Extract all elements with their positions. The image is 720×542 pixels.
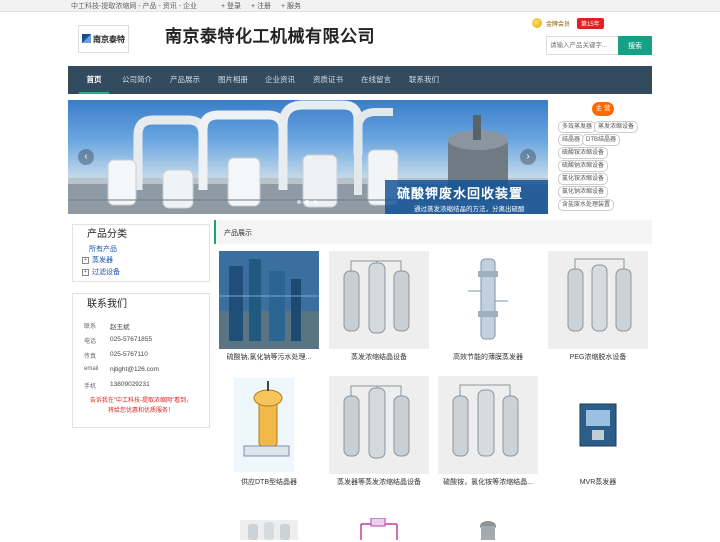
main-products-button[interactable]: 主 营 — [592, 102, 614, 116]
banner-subtitle: 通过蒸发浓缩结晶的方法，分离出硫酸 — [414, 206, 525, 213]
logo-text: 南京泰特 — [93, 35, 125, 44]
banner-dot-active[interactable] — [305, 200, 309, 204]
contact-label: 电话 — [84, 339, 97, 345]
main-products-tags: 主 营 多效蒸发器 蒸发浓缩设备 结晶器 DTB结晶器 硫酸铵浓缩设备 硫酸钠浓… — [556, 100, 652, 214]
product-card[interactable] — [475, 518, 501, 542]
category-label: 过滤设备 — [92, 269, 120, 276]
product-name[interactable]: 蒸发浓缩结晶设备 — [329, 352, 429, 362]
contact-label: 手机 — [84, 384, 97, 390]
main-nav: 首页 公司简介 产品展示 图片相册 企业资讯 资质证书 在线留言 联系我们 — [68, 66, 652, 94]
product-image[interactable] — [438, 251, 538, 349]
category-all[interactable]: 所有产品 — [89, 244, 117, 254]
banner-next-button[interactable]: › — [520, 149, 536, 165]
tag-item[interactable]: 硫酸铵浓缩设备 — [558, 147, 609, 159]
product-name[interactable]: 供应DTB型结晶器 — [219, 477, 319, 487]
company-name: 南京泰特化工机械有限公司 — [165, 27, 375, 46]
category-title: 产品分类 — [87, 229, 127, 240]
nav-contact[interactable]: 联系我们 — [409, 66, 439, 94]
contact-note-line2: 将给您优惠和优质服务！ — [107, 408, 174, 414]
login-link[interactable]: + 登录 — [221, 3, 241, 10]
product-name[interactable]: MVR蒸发器 — [548, 477, 648, 487]
product-name[interactable]: PEG浓缩脱水设备 — [548, 352, 648, 362]
category-label: 蒸发器 — [92, 257, 113, 264]
product-image[interactable] — [329, 251, 429, 349]
product-name[interactable]: 高效节能的薄膜蒸发器 — [438, 352, 538, 362]
contact-panel: 联系我们 联系 赵玉斌 电话 025-57671855 传真 025-5767110 … — [72, 293, 210, 428]
nav-certificates[interactable]: 资质证书 — [313, 66, 343, 94]
product-section-header: 产品展示 — [214, 220, 652, 244]
product-image[interactable] — [219, 376, 319, 474]
contact-note-line1: 告诉我在"中工科技-提取浓缩网"看到， — [89, 398, 193, 404]
search-input[interactable] — [546, 36, 619, 55]
product-image[interactable] — [329, 376, 429, 474]
banner-prev-button[interactable]: ‹ — [78, 149, 94, 165]
search-button[interactable]: 搜索 — [618, 36, 652, 55]
product-name[interactable]: 硫酸钠,氯化钠等污水处理... — [219, 352, 319, 362]
company-logo[interactable]: 南京泰特 — [78, 25, 129, 53]
member-level: 金牌会员 — [546, 22, 571, 28]
search-box: 搜索 — [546, 36, 652, 55]
service-link[interactable]: + 服务 — [281, 3, 301, 10]
product-name[interactable]: 硫酸铵，氯化铵等浓缩结晶... — [438, 477, 538, 487]
tag-item[interactable]: 硫酸钠浓缩设备 — [558, 160, 609, 172]
product-card[interactable] — [357, 517, 401, 542]
banner-title: 硫酸钾废水回收装置 — [397, 186, 524, 201]
contact-value: 025-5767110 — [110, 351, 148, 358]
category-panel: 产品分类 所有产品 + 蒸发器 + 过滤设备 — [72, 224, 210, 282]
member-years: 第15年 — [577, 18, 604, 29]
site-links[interactable]: 中工科技-提取浓缩网 - 产品 - 资讯 - 企业 — [71, 1, 197, 11]
contact-title: 联系我们 — [87, 299, 127, 310]
user-links: + 登录 + 注册 + 服务 — [221, 1, 309, 11]
tag-item[interactable]: 氯化铵浓缩设备 — [558, 173, 609, 185]
product-card[interactable] — [240, 520, 298, 542]
category-item-filter[interactable]: + 过滤设备 — [82, 267, 120, 277]
logo-mark-icon — [82, 34, 91, 43]
product-section-title: 产品展示 — [224, 230, 252, 237]
nav-about[interactable]: 公司简介 — [122, 66, 152, 94]
product-image[interactable] — [438, 376, 538, 474]
contact-value: 025-57671855 — [110, 336, 152, 343]
tag-item[interactable]: DTB结晶器 — [582, 134, 621, 146]
contact-value: 13809029231 — [110, 381, 150, 388]
nav-products[interactable]: 产品展示 — [170, 66, 200, 94]
contact-label: 联系 — [84, 324, 97, 330]
contact-label: 传真 — [84, 354, 97, 360]
product-image[interactable] — [475, 518, 501, 540]
medal-icon — [532, 18, 542, 28]
banner-dot[interactable] — [297, 200, 301, 204]
expand-icon[interactable]: + — [82, 256, 89, 264]
category-item-evaporator[interactable]: + 蒸发器 — [82, 255, 113, 265]
nav-gallery[interactable]: 图片相册 — [218, 66, 248, 94]
nav-home[interactable]: 首页 — [79, 66, 109, 94]
nav-message[interactable]: 在线留言 — [361, 66, 391, 94]
tag-item[interactable]: 含盐废水处理装置 — [558, 199, 615, 211]
tag-item[interactable]: 多效蒸发器 — [558, 121, 597, 133]
nav-news[interactable]: 企业资讯 — [265, 66, 295, 94]
product-image[interactable] — [548, 376, 648, 474]
hero-banner[interactable]: 硫酸钾废水回收装置 通过蒸发浓缩结晶的方法，分离出硫酸 ‹ › — [68, 100, 548, 214]
contact-value[interactable]: njtight@126.com — [110, 366, 159, 373]
contact-value: 赵玉斌 — [110, 324, 130, 331]
top-bar: 中工科技-提取浓缩网 - 产品 - 资讯 - 企业 + 登录 + 注册 + 服务 — [0, 0, 720, 12]
product-image[interactable] — [219, 251, 319, 349]
contact-label: email — [84, 366, 99, 372]
product-image[interactable] — [357, 517, 401, 540]
member-badge: 金牌会员 第15年 — [532, 17, 610, 29]
register-link[interactable]: + 注册 — [251, 3, 271, 10]
product-image[interactable] — [548, 251, 648, 349]
expand-icon[interactable]: + — [82, 268, 89, 276]
banner-dot[interactable] — [313, 200, 317, 204]
product-name[interactable]: 蒸发器等蒸发浓缩结晶设备 — [329, 477, 429, 487]
product-image[interactable] — [240, 520, 298, 540]
tag-item[interactable]: 氯化钠浓缩设备 — [558, 186, 609, 198]
tag-item[interactable]: 蒸发浓缩设备 — [594, 121, 639, 133]
tag-item[interactable]: 结晶器 — [558, 134, 585, 146]
